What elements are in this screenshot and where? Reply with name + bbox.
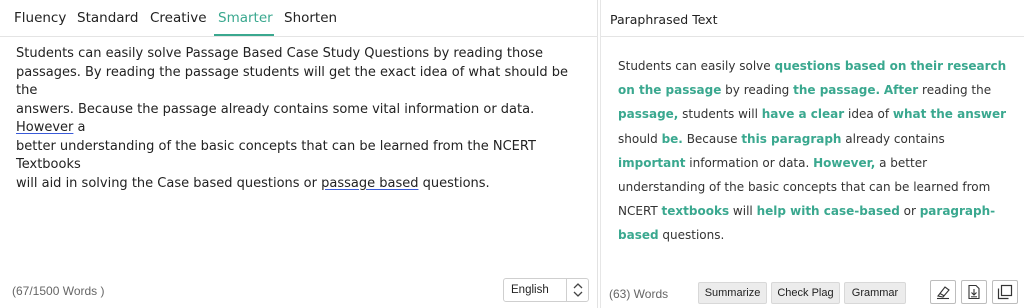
input-panel: Fluency Standard Creative Smarter Shorte… (0, 0, 598, 308)
text-segment: will (729, 204, 757, 219)
input-line: will aid in solving the Case based quest… (16, 175, 490, 191)
tab-smarter[interactable]: Smarter (218, 10, 273, 26)
output-panel: Paraphrased Text Students can easily sol… (600, 0, 1024, 308)
clear-button[interactable] (930, 280, 956, 304)
tab-shorten[interactable]: Shorten (284, 10, 337, 26)
changed-phrase[interactable]: important (618, 156, 685, 170)
language-select[interactable]: English (503, 278, 589, 302)
output-title: Paraphrased Text (610, 12, 718, 27)
output-header: Paraphrased Text (601, 0, 1024, 37)
tab-fluency[interactable]: Fluency (14, 10, 66, 26)
output-word-count: (63) Words (609, 287, 669, 301)
input-line: passages. By reading the passage student… (16, 64, 568, 99)
copy-button[interactable] (992, 280, 1018, 304)
active-tab-indicator (214, 34, 274, 36)
changed-phrase[interactable]: However, (813, 156, 875, 170)
language-selected: English (511, 284, 549, 296)
text-segment: reading the (918, 83, 992, 98)
changed-phrase[interactable]: the passage. (793, 83, 880, 97)
mode-tabs: Fluency Standard Creative Smarter Shorte… (0, 0, 598, 37)
check-plag-button[interactable]: Check Plag (771, 282, 840, 304)
text-segment: or (899, 204, 920, 219)
changed-phrase[interactable]: textbooks (662, 204, 730, 218)
changed-phrase[interactable]: be. (662, 132, 683, 146)
text-segment: questions. (658, 228, 725, 243)
input-word-count: (67/1500 Words ) (12, 284, 105, 298)
summarize-button[interactable]: Summarize (698, 282, 767, 304)
text-segment: Students can easily solve (618, 59, 775, 73)
text-segment: students will (678, 107, 762, 122)
copy-icon (997, 284, 1013, 300)
tab-standard[interactable]: Standard (77, 10, 138, 26)
download-icon (968, 284, 980, 300)
grammar-suggestion[interactable]: However (16, 120, 73, 135)
grammar-suggestion[interactable]: passage based (321, 176, 418, 191)
input-line: Students can easily solve Passage Based … (16, 46, 543, 61)
input-textarea[interactable]: Students can easily solve Passage Based … (16, 45, 586, 193)
text-segment: Because (682, 131, 742, 146)
eraser-icon (937, 286, 950, 300)
input-line: better understanding of the basic concep… (16, 138, 536, 173)
changed-phrase[interactable]: have a clear (762, 107, 844, 121)
select-arrows-icon (566, 279, 588, 301)
tab-creative[interactable]: Creative (150, 10, 207, 26)
changed-phrase[interactable]: After (884, 83, 918, 97)
changed-phrase[interactable]: this paragraph (741, 132, 841, 146)
text-segment: idea of (844, 107, 893, 122)
input-line: answers. Because the passage already con… (16, 101, 535, 136)
download-button[interactable] (961, 280, 987, 304)
changed-phrase[interactable]: help with case-based (757, 204, 900, 218)
text-segment: information or data. (685, 155, 814, 170)
paraphrased-text: Students can easily solve questions base… (618, 54, 1013, 248)
changed-phrase[interactable]: passage, (618, 107, 678, 121)
changed-phrase[interactable]: what the answer (893, 107, 1006, 121)
grammar-button[interactable]: Grammar (844, 282, 906, 304)
text-segment: already contains (841, 131, 945, 146)
text-segment: by reading (721, 83, 794, 98)
text-segment: should (618, 131, 662, 146)
